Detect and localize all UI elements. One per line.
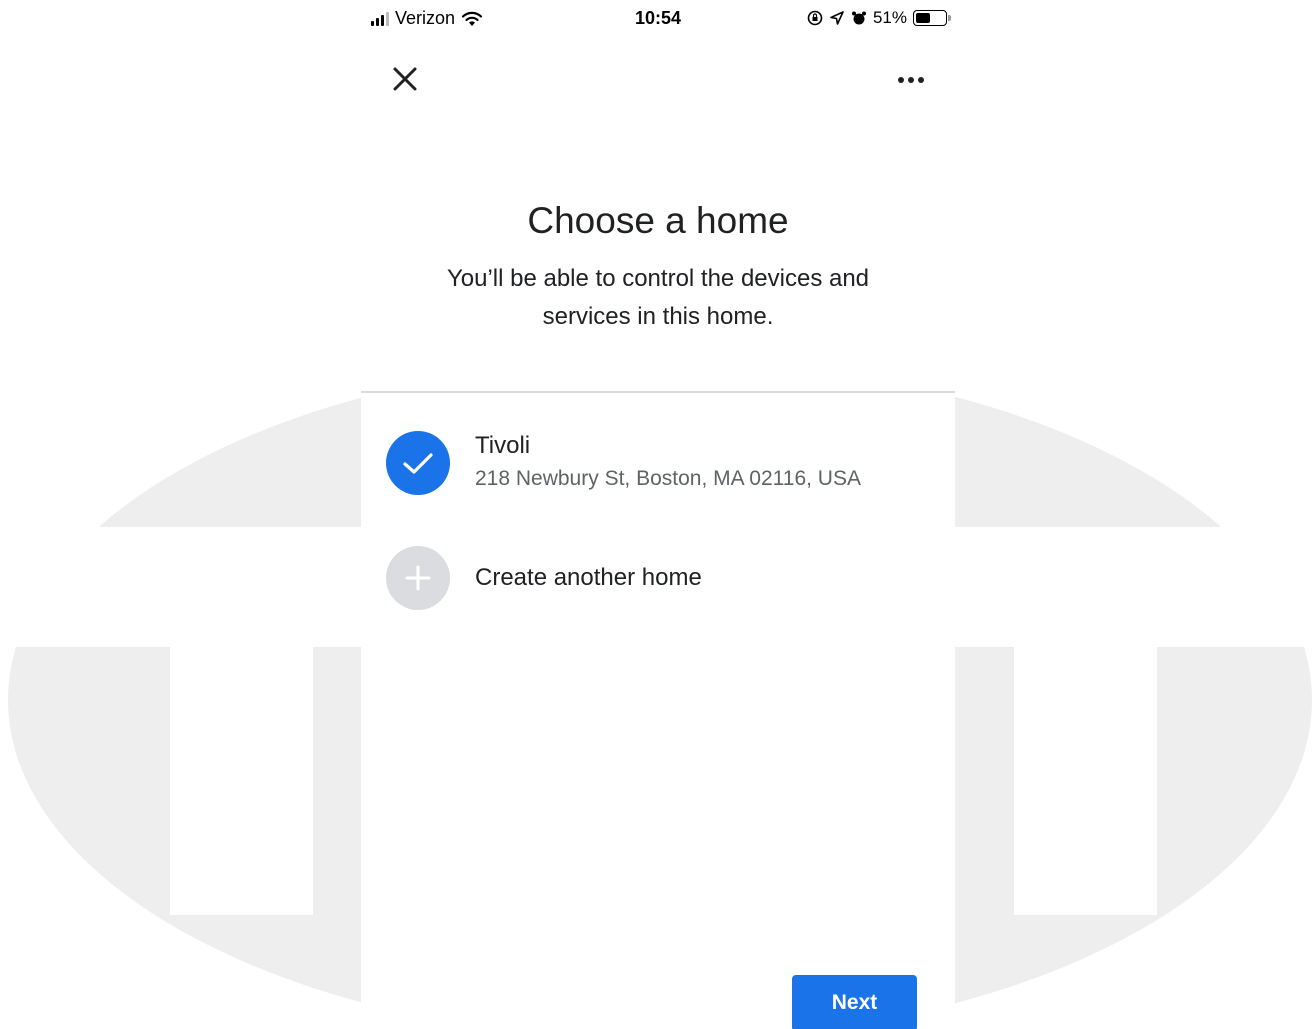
checkmark-icon xyxy=(403,453,433,474)
create-another-home-item[interactable]: Create another home xyxy=(361,530,955,630)
list-divider xyxy=(361,391,955,393)
screenshot-stage: Verizon 10:54 51% Choose a home You’ll b… xyxy=(0,0,1312,1029)
alarm-icon xyxy=(851,11,866,25)
page-subtitle: You’ll be able to control the devices an… xyxy=(446,265,870,330)
battery-tip xyxy=(948,15,951,21)
battery-fill xyxy=(916,13,930,23)
more-options-button[interactable] xyxy=(891,62,931,98)
plus-icon xyxy=(405,565,431,591)
add-home-circle xyxy=(386,546,450,610)
home-address: 218 Newbury St, Boston, MA 02116, USA xyxy=(475,467,861,490)
status-bar: Verizon 10:54 51% xyxy=(361,0,955,40)
battery-icon xyxy=(913,10,951,26)
phone-screen: Verizon 10:54 51% Choose a home You’ll b… xyxy=(361,0,955,1029)
battery-percent: 51% xyxy=(872,8,907,27)
create-home-label: Create another home xyxy=(475,564,702,591)
status-right: 51% xyxy=(807,8,951,28)
close-button[interactable] xyxy=(387,62,423,98)
home-selected-indicator xyxy=(386,431,450,495)
page-title: Choose a home xyxy=(527,200,789,241)
home-item-tivoli[interactable]: Tivoli 218 Newbury St, Boston, MA 02116,… xyxy=(361,414,955,514)
location-icon xyxy=(830,11,844,25)
screen-lock-icon xyxy=(807,10,823,26)
close-icon xyxy=(393,67,417,91)
home-name: Tivoli xyxy=(475,432,531,459)
next-button[interactable]: Next xyxy=(792,975,917,1029)
more-options-icon xyxy=(898,77,924,83)
